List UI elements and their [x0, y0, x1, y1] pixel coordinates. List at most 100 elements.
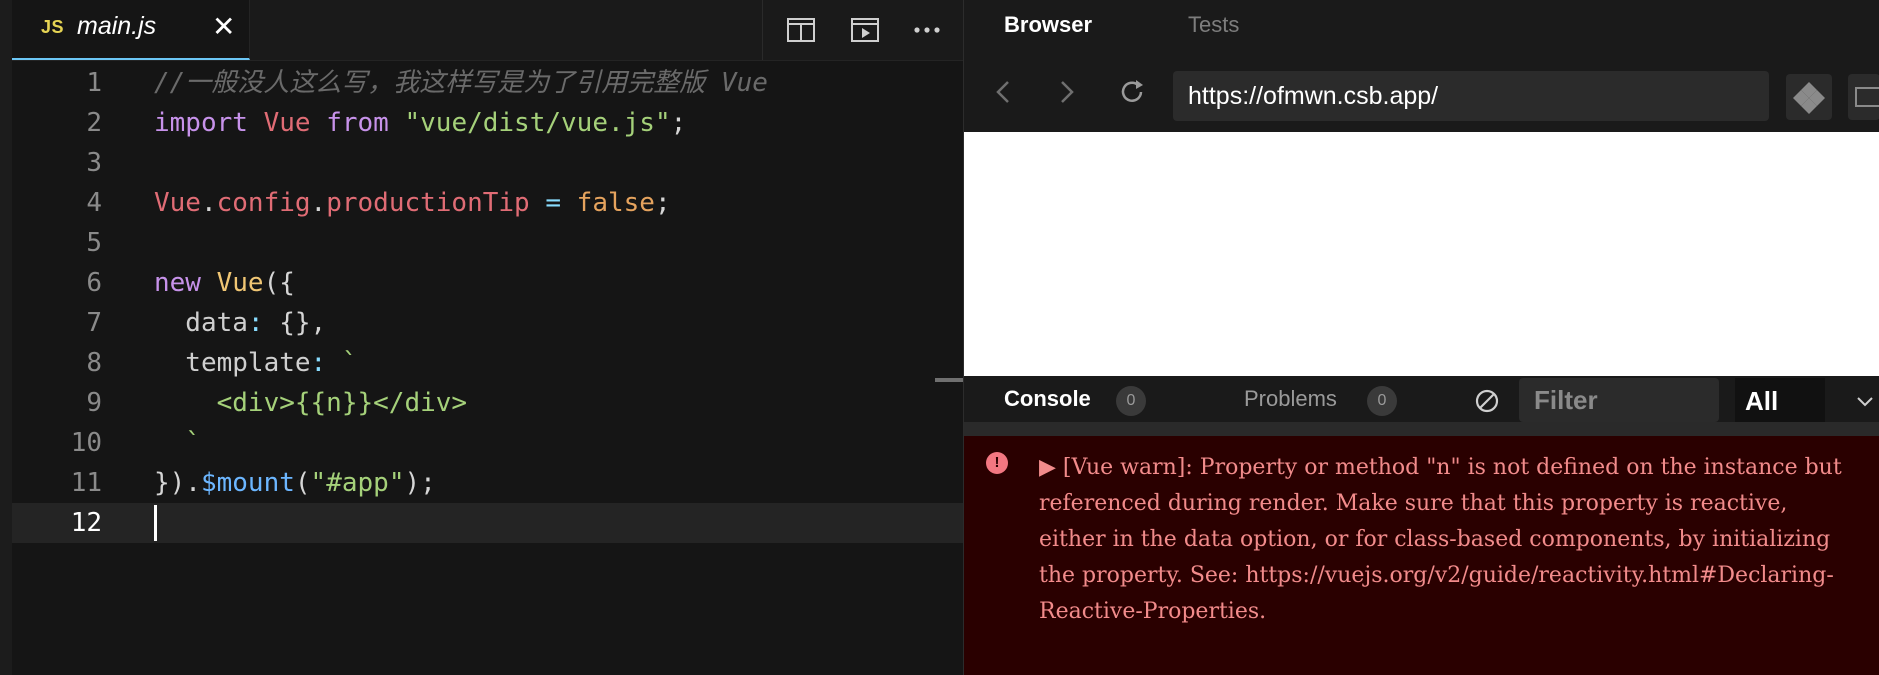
- code-token: import: [154, 108, 248, 138]
- code-token: config: [216, 188, 311, 218]
- line-number: 12: [70, 508, 102, 538]
- code-text: template: `: [154, 343, 358, 383]
- tab-tests[interactable]: Tests: [1188, 12, 1239, 38]
- code-token: $mount: [200, 468, 295, 498]
- editor-tab-bar: JS main.js ✕: [12, 0, 963, 61]
- editor-actions: [762, 0, 963, 60]
- code-token: false: [576, 188, 655, 218]
- log-level-select[interactable]: All: [1735, 378, 1825, 422]
- code-text: <div>{{n}}</div>: [154, 383, 467, 423]
- problems-count-badge: 0: [1367, 386, 1397, 416]
- error-message[interactable]: ▶ [Vue warn]: Property or method "n" is …: [1039, 450, 1859, 630]
- code-text: }).$mount("#app");: [154, 463, 436, 503]
- js-file-icon: JS: [41, 17, 65, 37]
- clear-console-icon[interactable]: [1474, 388, 1500, 414]
- code-token: ({: [263, 268, 295, 298]
- refresh-icon[interactable]: [1114, 74, 1150, 110]
- code-line[interactable]: 2 import Vue from "vue/dist/vue.js";: [12, 103, 963, 143]
- open-new-window-icon[interactable]: [1848, 74, 1879, 120]
- code-text: `: [154, 423, 201, 463]
- line-number: 11: [70, 468, 102, 498]
- code-token: productionTip: [326, 188, 530, 218]
- code-line[interactable]: 9 <div>{{n}}</div>: [12, 383, 963, 423]
- chevron-down-icon[interactable]: [1854, 392, 1876, 410]
- code-area[interactable]: 1 //一般没人这么写，我这样写是为了引用完整版 Vue 2 import Vue f…: [12, 60, 963, 675]
- console-output: ! ▶ [Vue warn]: Property or method "n" i…: [964, 436, 1879, 675]
- line-number: 5: [86, 228, 102, 258]
- file-tab-main-js[interactable]: JS main.js ✕: [12, 0, 250, 60]
- line-number: 8: [86, 348, 102, 378]
- browser-viewport[interactable]: [964, 132, 1879, 376]
- tab-console[interactable]: Console: [1004, 386, 1091, 412]
- code-token: new: [154, 268, 201, 298]
- forward-icon[interactable]: [1048, 74, 1084, 110]
- code-token: data: [154, 308, 248, 338]
- code-line[interactable]: 11 }).$mount("#app");: [12, 463, 963, 503]
- code-token: `: [154, 428, 201, 458]
- code-line[interactable]: 8 template: `: [12, 343, 963, 383]
- devtools-icon[interactable]: [1786, 74, 1832, 120]
- code-token: Vue: [154, 188, 201, 218]
- code-line[interactable]: 12: [12, 503, 963, 543]
- code-token: "#app": [310, 468, 405, 498]
- code-token: ;: [670, 108, 687, 138]
- code-line[interactable]: 7 data: {},: [12, 303, 963, 343]
- line-number: 3: [86, 148, 102, 178]
- preview-tab-bar: Browser Tests: [964, 0, 1879, 54]
- code-token: //一般没人这么写，我这样写是为了引用完整版 Vue: [154, 68, 768, 98]
- code-token: .: [310, 188, 327, 218]
- code-token: Vue: [263, 108, 311, 138]
- file-tab-label: main.js: [77, 12, 157, 40]
- line-number: 7: [86, 308, 102, 338]
- code-token: "vue/dist/vue.js": [404, 108, 671, 138]
- error-icon: !: [986, 452, 1008, 474]
- scrollbar-thumb[interactable]: [935, 378, 963, 382]
- code-token: .: [200, 188, 217, 218]
- code-line[interactable]: 3: [12, 143, 963, 183]
- line-number: 4: [86, 188, 102, 218]
- preview-pane: Browser Tests https://ofmwn.csb.app/ Con…: [963, 0, 1879, 675]
- code-token: );: [404, 468, 436, 498]
- code-editor: JS main.js ✕ 1 //一般没人这么写，我这样写是为了引用完整版 Vue…: [12, 0, 963, 675]
- console-divider: [964, 422, 1879, 436]
- more-icon[interactable]: [911, 14, 943, 46]
- close-tab-icon[interactable]: ✕: [212, 10, 235, 43]
- line-number: 2: [86, 108, 102, 138]
- code-text: import Vue from "vue/dist/vue.js";: [154, 103, 686, 143]
- split-view-icon[interactable]: [785, 14, 817, 46]
- text-cursor: [154, 505, 157, 541]
- code-text: Vue.config.productionTip = false;: [154, 183, 671, 223]
- code-line[interactable]: 6 new Vue({: [12, 263, 963, 303]
- code-token: <div>{{n}}</div>: [154, 388, 468, 418]
- tab-problems[interactable]: Problems: [1244, 386, 1337, 412]
- back-icon[interactable]: [986, 74, 1022, 110]
- code-line[interactable]: 10 `: [12, 423, 963, 463]
- line-number: 6: [86, 268, 102, 298]
- code-token: `: [326, 348, 358, 378]
- tab-browser[interactable]: Browser: [1004, 12, 1092, 38]
- code-token: Vue: [216, 268, 264, 298]
- preview-icon[interactable]: [849, 14, 881, 46]
- browser-toolbar: https://ofmwn.csb.app/: [964, 54, 1879, 132]
- line-number: 10: [70, 428, 102, 458]
- code-token: =: [545, 188, 562, 218]
- line-number: 1: [86, 68, 102, 98]
- console-header: Console 0 Problems 0 Filter All: [964, 378, 1879, 422]
- code-line[interactable]: 1 //一般没人这么写，我这样写是为了引用完整版 Vue: [12, 63, 963, 103]
- console-filter-input[interactable]: Filter: [1519, 378, 1719, 422]
- code-token: ;: [654, 188, 671, 218]
- code-token: :: [310, 348, 327, 378]
- code-token: :: [247, 308, 264, 338]
- code-token: (: [294, 468, 311, 498]
- url-input[interactable]: https://ofmwn.csb.app/: [1173, 71, 1769, 121]
- code-line[interactable]: 4 Vue.config.productionTip = false;: [12, 183, 963, 223]
- code-token: from: [326, 108, 389, 138]
- code-line[interactable]: 5: [12, 223, 963, 263]
- code-token: template: [154, 348, 311, 378]
